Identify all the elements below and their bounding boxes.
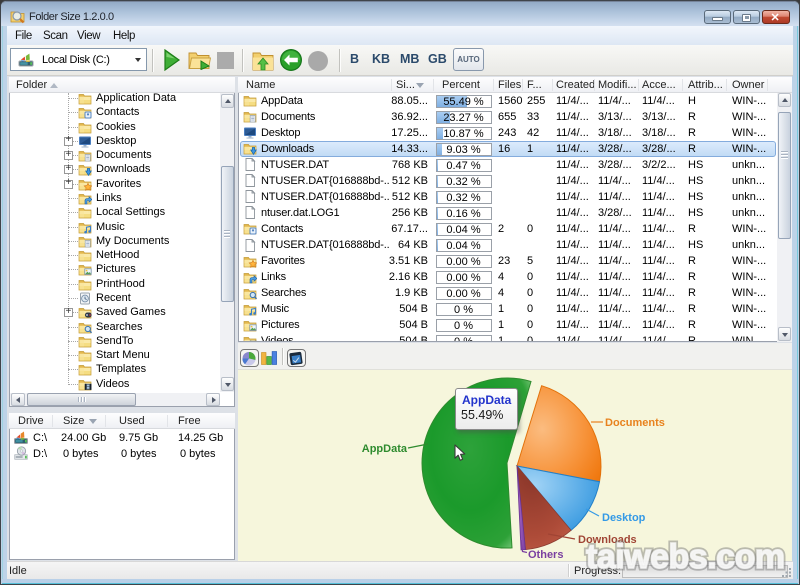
svg-text:AppData: AppData [362, 443, 408, 455]
svg-text:Desktop: Desktop [602, 512, 646, 524]
svg-text:Documents: Documents [605, 417, 665, 429]
svg-text:Others: Others [528, 549, 563, 561]
